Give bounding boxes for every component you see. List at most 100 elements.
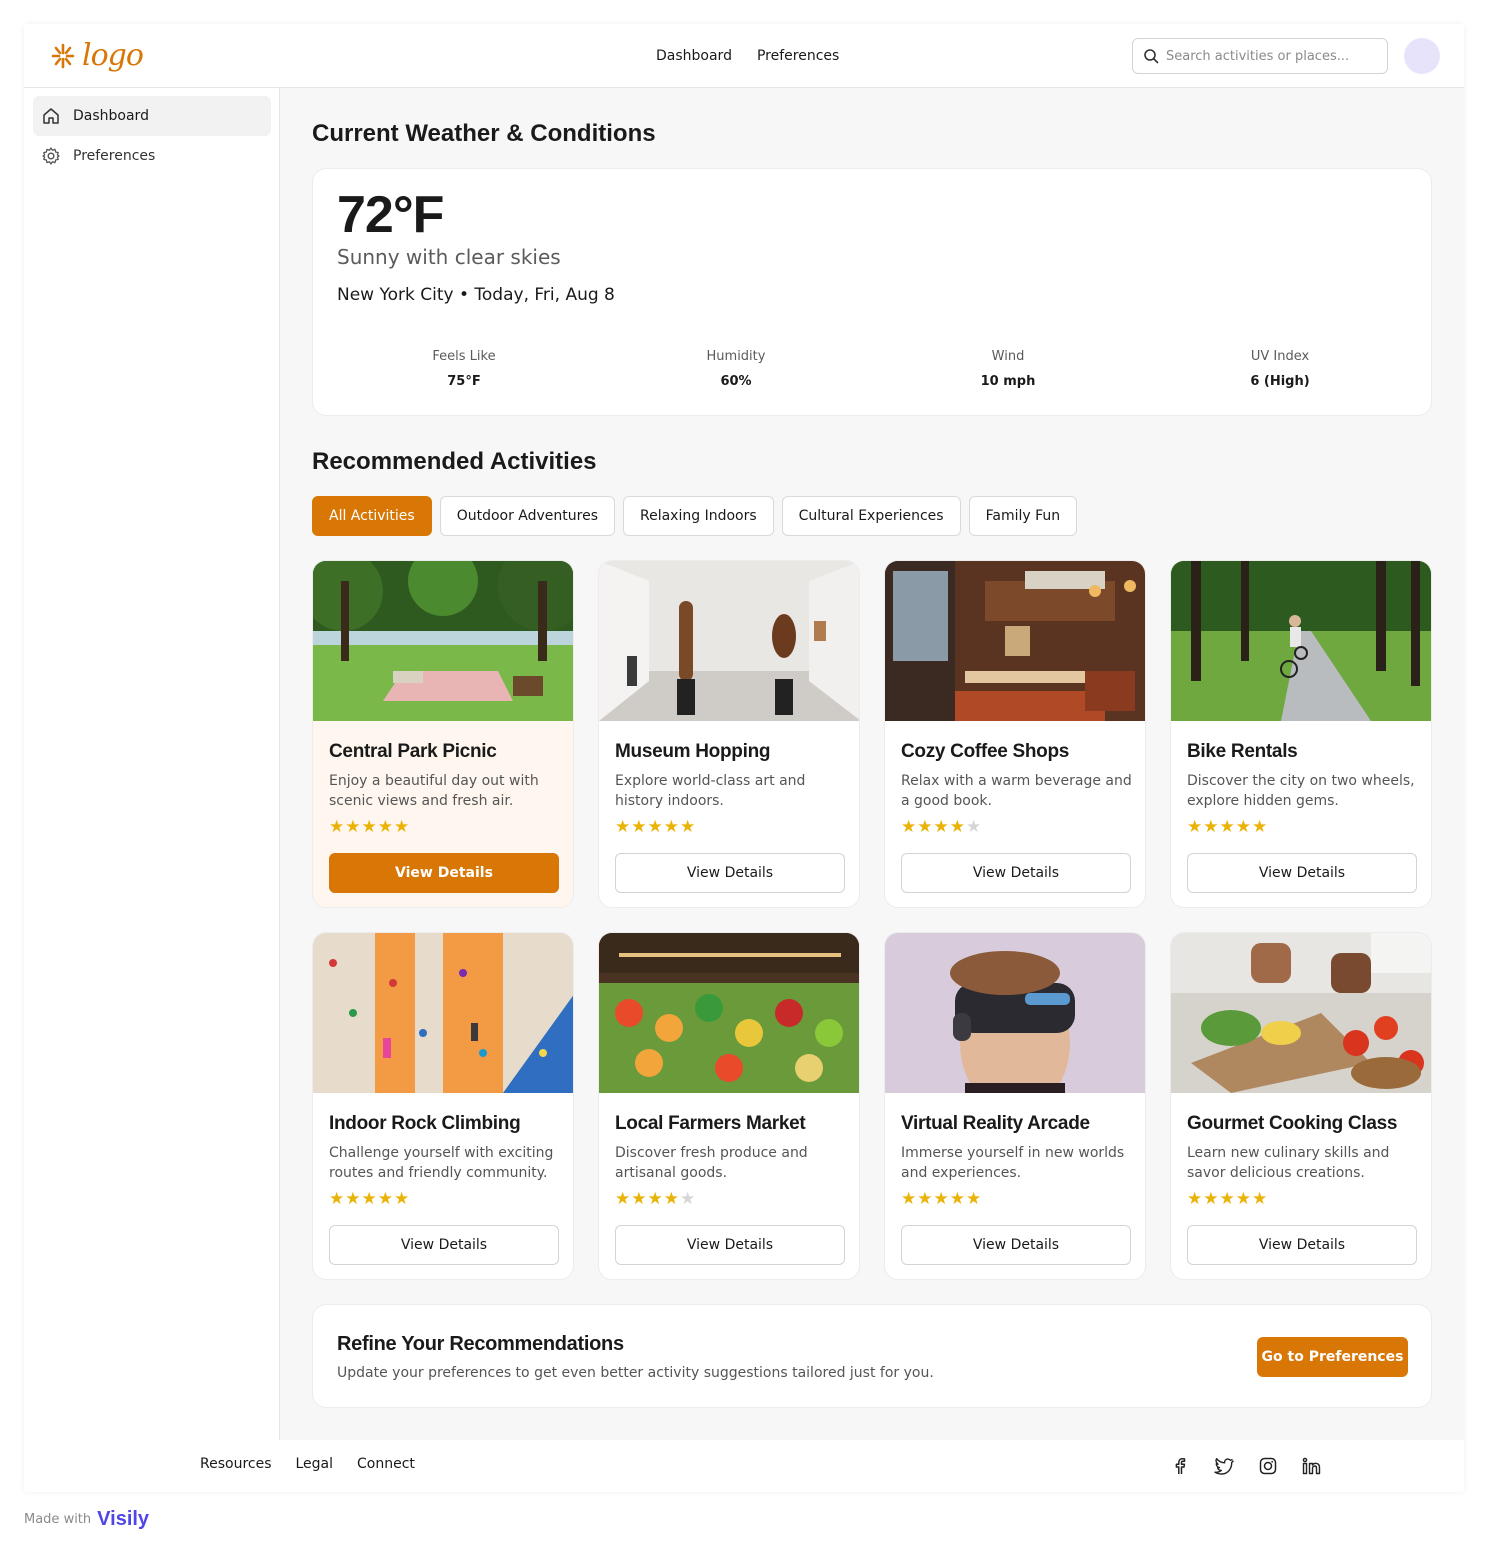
- view-details-button[interactable]: View Details: [1187, 853, 1417, 893]
- star-filled-icon: ★: [901, 1189, 918, 1209]
- star-filled-icon: ★: [1219, 1189, 1236, 1209]
- rating-stars: ★★★★★: [901, 1189, 982, 1209]
- star-filled-icon: ★: [663, 1189, 680, 1209]
- activity-title: Central Park Picnic: [329, 741, 497, 762]
- logo[interactable]: logo: [50, 38, 144, 73]
- app-frame: logo Dashboard Preferences Dashboard: [24, 24, 1464, 1492]
- activity-title: Bike Rentals: [1187, 741, 1298, 762]
- star-filled-icon: ★: [394, 1189, 411, 1209]
- activity-card[interactable]: Gourmet Cooking Class Learn new culinary…: [1170, 932, 1432, 1280]
- weather-heading: Current Weather & Conditions: [312, 120, 656, 147]
- footer-link-legal[interactable]: Legal: [296, 1456, 334, 1472]
- sidebar: Dashboard Preferences: [24, 88, 280, 1440]
- cooking-class-image: [1171, 933, 1431, 1093]
- activity-card[interactable]: Museum Hopping Explore world-class art a…: [598, 560, 860, 908]
- view-details-button[interactable]: View Details: [901, 1225, 1131, 1265]
- top-header: logo Dashboard Preferences: [24, 24, 1464, 88]
- rating-stars: ★★★★★: [329, 1189, 410, 1209]
- footer-link-resources[interactable]: Resources: [200, 1456, 272, 1472]
- twitter-icon[interactable]: [1212, 1454, 1236, 1478]
- view-details-button[interactable]: View Details: [329, 853, 559, 893]
- rating-stars: ★★★★★: [1187, 1189, 1268, 1209]
- view-details-button[interactable]: View Details: [615, 853, 845, 893]
- activity-description: Explore world-class art and history indo…: [615, 773, 806, 809]
- star-filled-icon: ★: [917, 817, 934, 837]
- activity-card[interactable]: Virtual Reality Arcade Immerse yourself …: [884, 932, 1146, 1280]
- star-filled-icon: ★: [329, 817, 346, 837]
- activity-card[interactable]: Central Park Picnic Enjoy a beautiful da…: [312, 560, 574, 908]
- activity-title: Museum Hopping: [615, 741, 771, 762]
- stat-label: Humidity: [706, 349, 766, 364]
- activities-heading: Recommended Activities: [312, 448, 597, 475]
- star-filled-icon: ★: [949, 1189, 966, 1209]
- social-links: [1168, 1454, 1324, 1478]
- activity-title: Gourmet Cooking Class: [1187, 1113, 1398, 1134]
- view-details-button[interactable]: View Details: [329, 1225, 559, 1265]
- star-filled-icon: ★: [1187, 817, 1204, 837]
- sidebar-item-preferences[interactable]: Preferences: [33, 136, 271, 176]
- star-filled-icon: ★: [933, 1189, 950, 1209]
- activity-title: Virtual Reality Arcade: [901, 1113, 1090, 1134]
- farmers-market-image: [599, 933, 859, 1093]
- avatar[interactable]: [1404, 38, 1440, 74]
- visily-brand: Visily: [97, 1508, 150, 1530]
- filter-chip-outdoor[interactable]: Outdoor Adventures: [439, 496, 615, 536]
- star-filled-icon: ★: [647, 1189, 664, 1209]
- filter-chip-cultural[interactable]: Cultural Experiences: [781, 496, 961, 536]
- star-filled-icon: ★: [329, 1189, 346, 1209]
- footer-link-connect[interactable]: Connect: [357, 1456, 415, 1472]
- view-details-button[interactable]: View Details: [1187, 1225, 1417, 1265]
- refine-card: Refine Your Recommendations Update your …: [312, 1304, 1432, 1408]
- activity-description: Enjoy a beautiful day out with scenic vi…: [329, 773, 539, 809]
- made-with-badge[interactable]: Made with Visily: [24, 1508, 149, 1531]
- go-to-preferences-button[interactable]: Go to Preferences: [1257, 1337, 1408, 1377]
- rating-stars: ★★★★★: [1187, 817, 1268, 837]
- activity-card[interactable]: Bike Rentals Discover the city on two wh…: [1170, 560, 1432, 908]
- activity-card[interactable]: Indoor Rock Climbing Challenge yourself …: [312, 932, 574, 1280]
- weather-location: New York City • Today, Fri, Aug 8: [337, 285, 615, 305]
- filter-chip-all[interactable]: All Activities: [312, 496, 432, 536]
- main-content: Current Weather & Conditions 72°F Sunny …: [280, 88, 1464, 1440]
- star-filled-icon: ★: [377, 1189, 394, 1209]
- star-filled-icon: ★: [361, 1189, 378, 1209]
- instagram-icon[interactable]: [1256, 1454, 1280, 1478]
- sidebar-item-dashboard[interactable]: Dashboard: [33, 96, 271, 136]
- sidebar-item-label: Preferences: [73, 148, 156, 164]
- stat-value: 75°F: [447, 374, 481, 389]
- activity-description: Learn new culinary skills and savor deli…: [1187, 1145, 1390, 1181]
- facebook-icon[interactable]: [1168, 1454, 1192, 1478]
- asterisk-logo-icon: [51, 43, 75, 68]
- stat-label: UV Index: [1250, 349, 1310, 364]
- activity-title: Local Farmers Market: [615, 1113, 806, 1134]
- star-empty-icon: ★: [680, 1189, 697, 1209]
- rating-stars: ★★★★★: [901, 817, 982, 837]
- refine-title: Refine Your Recommendations: [337, 1333, 624, 1355]
- star-filled-icon: ★: [345, 1189, 362, 1209]
- home-icon: [43, 108, 59, 124]
- stat-humidity: Humidity 60%: [626, 349, 846, 389]
- climbing-wall-image: [313, 933, 573, 1093]
- filter-chip-indoors[interactable]: Relaxing Indoors: [623, 496, 774, 536]
- search-box: [1132, 38, 1388, 74]
- bike-path-image: [1171, 561, 1431, 721]
- star-filled-icon: ★: [1252, 1189, 1269, 1209]
- star-filled-icon: ★: [1235, 817, 1252, 837]
- star-filled-icon: ★: [1219, 817, 1236, 837]
- activity-description: Discover fresh produce and artisanal goo…: [615, 1145, 808, 1181]
- nav-link-dashboard[interactable]: Dashboard: [656, 48, 732, 64]
- activity-card[interactable]: Cozy Coffee Shops Relax with a warm beve…: [884, 560, 1146, 908]
- filter-chip-family[interactable]: Family Fun: [968, 496, 1078, 536]
- star-filled-icon: ★: [949, 817, 966, 837]
- rating-stars: ★★★★★: [615, 817, 696, 837]
- view-details-button[interactable]: View Details: [615, 1225, 845, 1265]
- stat-value: 10 mph: [980, 374, 1036, 389]
- nav-link-preferences[interactable]: Preferences: [757, 48, 839, 64]
- activity-card[interactable]: Local Farmers Market Discover fresh prod…: [598, 932, 860, 1280]
- coffee-shop-image: [885, 561, 1145, 721]
- museum-gallery-image: [599, 561, 859, 721]
- search-input[interactable]: [1166, 48, 1376, 64]
- linkedin-icon[interactable]: [1300, 1454, 1324, 1478]
- stat-value: 6 (High): [1250, 374, 1310, 389]
- star-filled-icon: ★: [615, 817, 632, 837]
- view-details-button[interactable]: View Details: [901, 853, 1131, 893]
